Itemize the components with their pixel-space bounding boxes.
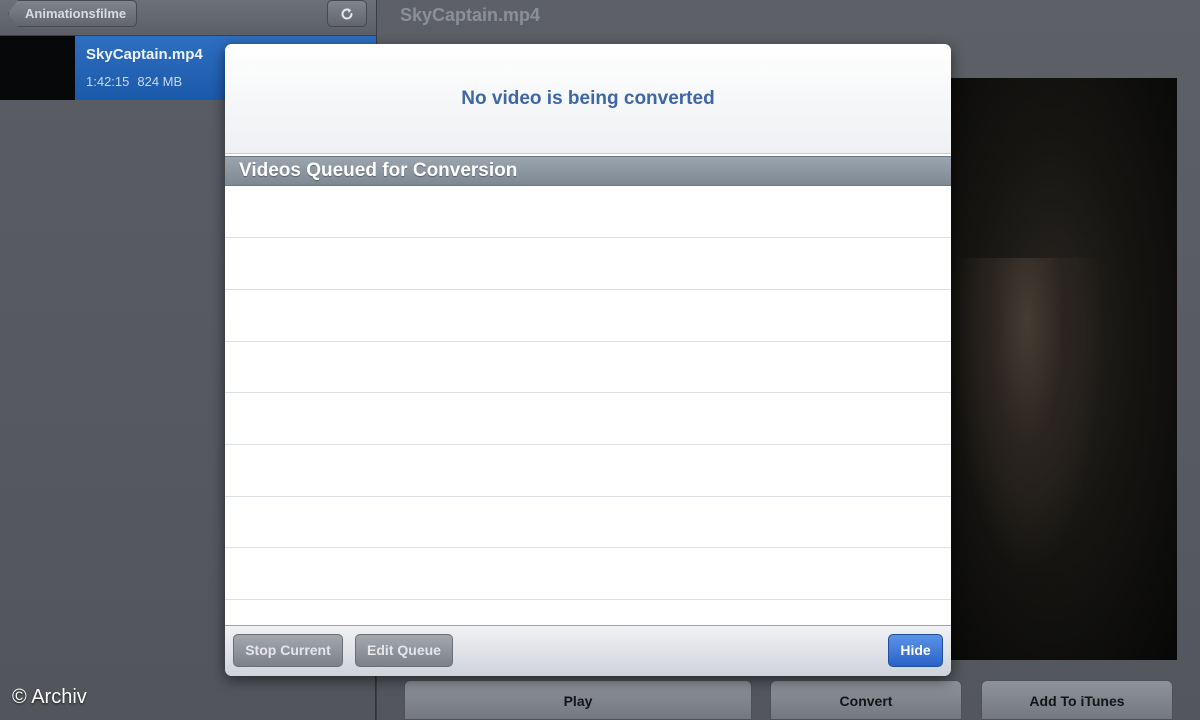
copyright-watermark: © Archiv [12, 686, 87, 708]
file-name: SkyCaptain.mp4 [86, 46, 203, 63]
refresh-icon [341, 7, 353, 19]
queue-row-divider [225, 289, 951, 290]
edit-queue-button[interactable]: Edit Queue [355, 634, 453, 667]
convert-button[interactable]: Convert [770, 680, 962, 720]
queue-row-divider [225, 392, 951, 393]
queue-row-divider [225, 444, 951, 445]
back-button[interactable]: Animationsfilme [8, 0, 138, 27]
file-meta: 1:42:15 824 MB [86, 74, 182, 89]
conversion-queue-popover: No video is being converted Videos Queue… [225, 44, 951, 676]
stop-current-button[interactable]: Stop Current [233, 634, 343, 667]
queue-row-divider [225, 547, 951, 548]
play-button[interactable]: Play [404, 680, 752, 720]
video-preview[interactable] [948, 78, 1177, 660]
conversion-status-text: No video is being converted [461, 88, 715, 109]
queue-section-header: Videos Queued for Conversion [225, 156, 951, 186]
conversion-status-area: No video is being converted [225, 44, 951, 154]
left-toolbar: Animationsfilme [0, 0, 376, 36]
queue-section-title: Videos Queued for Conversion [239, 160, 518, 181]
add-to-itunes-button[interactable]: Add To iTunes [981, 680, 1173, 720]
queue-row-divider [225, 341, 951, 342]
file-thumbnail [0, 36, 75, 100]
popover-toolbar: Stop Current Edit Queue Hide [225, 625, 951, 676]
file-size: 824 MB [137, 74, 183, 89]
refresh-button[interactable] [327, 0, 367, 27]
file-duration: 1:42:15 [86, 74, 130, 89]
hide-button[interactable]: Hide [888, 634, 943, 667]
video-frame-image [952, 258, 1102, 578]
queue-list[interactable] [225, 186, 951, 625]
queue-row-divider [225, 599, 951, 600]
video-title: SkyCaptain.mp4 [400, 5, 541, 25]
queue-row-divider [225, 496, 951, 497]
queue-row-divider [225, 237, 951, 238]
